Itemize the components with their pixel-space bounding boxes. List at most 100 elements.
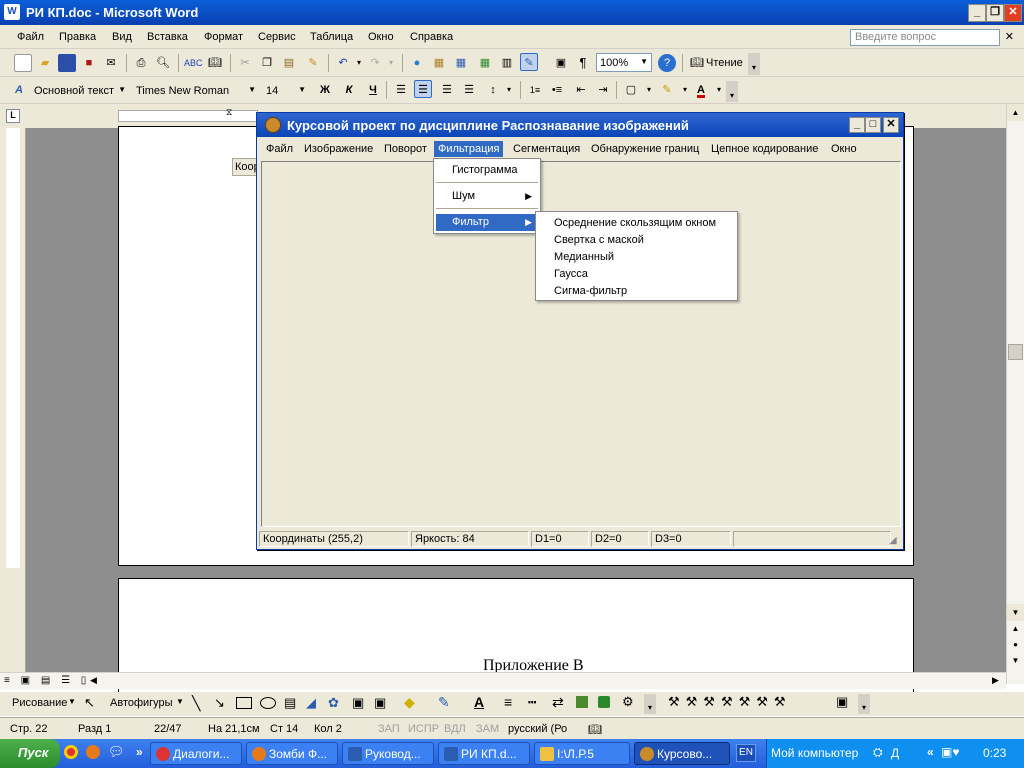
wordart-icon[interactable]: ◢ [306,695,316,711]
menu-item-histogram[interactable]: Гистограмма [436,162,538,179]
ask-question-input[interactable]: Введите вопрос [850,29,1000,46]
task-guide[interactable]: Руковод... [342,742,434,765]
firefox-icon[interactable] [86,745,100,759]
zoom-select[interactable]: 100% ▼ [596,53,652,72]
menu-file[interactable]: Файл [17,31,44,43]
my-computer-label[interactable]: Мой компьютер [771,746,858,760]
email-icon[interactable]: ✉ [102,54,120,72]
task-folder[interactable]: I:\Л.Р.5 [534,742,630,765]
cut-icon[interactable]: ✂ [236,54,254,72]
minimize-button[interactable]: _ [968,4,986,22]
drawing-tools-group-icon[interactable]: ⚒⚒⚒⚒⚒⚒⚒ [668,694,792,710]
fill-color-icon[interactable]: ◆ [404,694,415,711]
hyperlink-icon[interactable]: ● [408,54,426,72]
task-zombie[interactable]: Зомби Ф... [246,742,338,765]
close-doc-icon[interactable]: ✕ [1005,30,1014,43]
rectangle-icon[interactable] [236,697,252,709]
italic-button[interactable]: К [340,81,358,99]
task-course-project[interactable]: Курсово... [634,742,730,765]
increase-indent-icon[interactable]: ⇥ [594,81,612,99]
word-app-icon[interactable]: W [4,4,20,20]
toolbar-options-icon[interactable]: ▾ [748,53,760,75]
status-trk[interactable]: ИСПР [408,723,439,735]
redo-dropdown-icon[interactable]: ▾ [382,54,400,72]
styles-formatting-icon[interactable]: A [10,81,28,99]
status-ext[interactable]: ВДЛ [444,723,466,735]
app-logo-icon[interactable] [265,117,281,133]
app-close-button[interactable]: ✕ [883,117,899,133]
drawing-toggle-icon[interactable]: ✎ [520,53,538,71]
print-icon[interactable]: ⎙ [132,54,150,72]
line-color-icon[interactable]: ✎ [438,694,450,711]
style-select[interactable]: Основной текст ▼ [30,81,130,100]
scroll-right-icon[interactable]: ▶ [992,675,999,686]
menu-help[interactable]: Справка [410,31,453,43]
status-ovr[interactable]: ЗАМ [476,723,499,735]
open-folder-icon[interactable]: ▰ [36,54,54,72]
submenu-item-gauss[interactable]: Гаусса [538,266,735,283]
permission-icon[interactable]: ■ [80,54,98,72]
toolbar-options-icon[interactable]: ▾ [644,694,656,714]
submenu-item-sigma-filter[interactable]: Сигма-фильтр [538,283,735,300]
clipart-icon[interactable]: ▣ [352,695,364,711]
scroll-thumb[interactable] [1008,344,1023,360]
view-buttons-icon[interactable]: ≡ ▣ ▤ ☰ ▯ [4,675,90,686]
numbering-icon[interactable]: 1≡ [526,81,544,99]
dash-style-icon[interactable]: ┅ [528,694,536,711]
restore-button[interactable]: ❐ [986,4,1004,22]
app-menu-edge-detection[interactable]: Обнаружение границ [588,143,702,155]
menu-edit[interactable]: Правка [59,31,96,43]
align-right-icon[interactable]: ☰ [438,81,456,99]
line-style-icon[interactable]: ≡ [504,694,512,710]
autoshapes-menu-button[interactable]: Автофигуры [110,697,173,709]
dropdown-tool-icon[interactable]: ▣ [836,694,848,710]
status-rec[interactable]: ЗАП [378,723,400,735]
font-select[interactable]: Times New Roman ▼ [132,81,260,100]
menu-item-filter[interactable]: Фильтр ▶ [436,214,538,231]
decrease-indent-icon[interactable]: ⇤ [572,81,590,99]
bullets-icon[interactable]: •≡ [548,81,566,99]
app-menu-chain-coding[interactable]: Цепное кодирование [708,143,821,155]
bold-button[interactable]: Ж [316,81,334,99]
align-center-icon[interactable]: ☰ [414,80,432,98]
resize-grip-icon[interactable]: ◢ [889,535,897,546]
app-menu-rotate[interactable]: Поворот [381,143,430,155]
tables-borders-icon[interactable]: ▦ [430,54,448,72]
next-page-icon[interactable]: ▼ [1007,656,1024,670]
scroll-left-icon[interactable]: ◀ [90,675,97,686]
drawing-menu-button[interactable]: Рисование [12,697,67,709]
spelling-icon[interactable]: ABC [184,54,203,72]
menu-tools[interactable]: Сервис [258,31,296,43]
research-icon[interactable]: 📖︎ [206,54,224,72]
print-preview-icon[interactable]: 🔍︎ [154,54,172,72]
app-menu-window[interactable]: Окно [828,143,860,155]
close-button[interactable]: ✕ [1004,4,1022,22]
show-hidden-icons-icon[interactable]: « [927,745,934,759]
browse-object-icon[interactable]: ● [1007,640,1024,654]
quicklaunch-more-icon[interactable]: » [136,745,143,759]
horizontal-scrollbar[interactable]: ≡ ▣ ▤ ☰ ▯ ◀ ▶ [0,672,1006,689]
language-indicator[interactable]: EN [736,744,756,762]
diagram-tools-icon[interactable]: ⚙ [622,694,634,710]
copy-icon[interactable]: ❐ [258,54,276,72]
app-menu-image[interactable]: Изображение [301,143,376,155]
app-menu-segmentation[interactable]: Сегментация [510,143,583,155]
tray-letter[interactable]: Д [891,746,899,760]
app-minimize-button[interactable]: _ [849,117,865,133]
tab-selector-icon[interactable]: L [6,109,20,123]
line-icon[interactable]: ╲ [192,695,200,712]
toolbar-options-icon[interactable]: ▾ [726,81,738,102]
scroll-up-icon[interactable]: ▲ [1007,104,1024,121]
picture-icon[interactable]: ▣ [374,695,386,711]
insert-table-icon[interactable]: ▦ [452,54,470,72]
task-dialogs[interactable]: Диалоги... [150,742,242,765]
arrow-style-icon[interactable]: ⇄ [552,694,564,711]
font-color-icon[interactable]: A [692,81,710,99]
network-icon[interactable]: ⛭ [873,745,883,760]
app-maximize-button[interactable]: □ [865,117,881,133]
menu-insert[interactable]: Вставка [147,31,188,43]
align-left-icon[interactable]: ☰ [392,81,410,99]
underline-button[interactable]: Ч [364,81,382,99]
shadow-icon[interactable] [576,696,588,708]
menu-view[interactable]: Вид [112,31,132,43]
